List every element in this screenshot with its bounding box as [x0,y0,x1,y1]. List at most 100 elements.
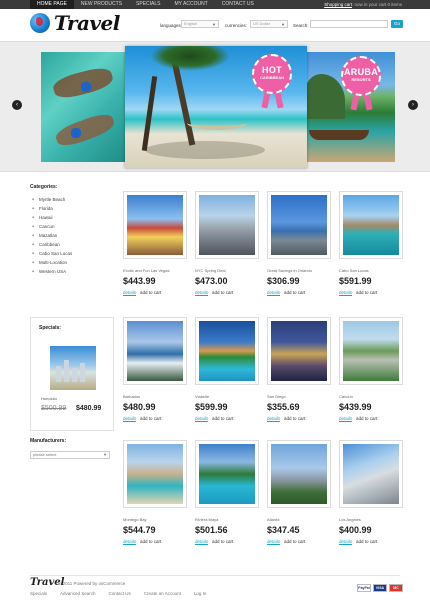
site-logo[interactable]: Travel [54,11,120,35]
category-item[interactable]: Cabo San Lucas [30,249,114,258]
details-link[interactable]: details [195,416,208,421]
manufacturers-value: please select [33,452,57,457]
product-image [271,321,327,381]
shopping-cart-link[interactable]: Shopping cart [324,2,352,7]
snorkel-mask-shape [81,82,91,92]
footer-link-create-account[interactable]: Create an Account [144,591,181,596]
top-nav-bar: HOME PAGE NEW PRODUCTS SPECIALS MY ACCOU… [0,0,430,9]
product-name[interactable]: Montego Bay [123,517,147,522]
category-item[interactable]: Florida [30,204,114,213]
category-item[interactable]: Hawaii [30,213,114,222]
product-image-frame[interactable] [195,440,259,508]
nav-new-products[interactable]: NEW PRODUCTS [74,0,129,9]
badge-hot-text: HOT [262,65,282,75]
header: Travel languages: English ▼ currencies: … [0,9,430,41]
category-item[interactable]: Cancun [30,222,114,231]
details-link[interactable]: details [123,539,136,544]
search-label: Search: [293,23,309,28]
product-name[interactable]: Viabelle [195,394,209,399]
product-image-frame[interactable] [339,191,403,259]
currency-select[interactable]: US Dollar ▼ [250,20,288,28]
category-item[interactable]: Myrtle Beach [30,195,114,204]
details-link[interactable]: details [339,416,352,421]
slide-snorkeling-image[interactable] [41,52,131,162]
categories-box: Categories: Myrtle Beach Florida Hawaii … [30,184,114,276]
details-link[interactable]: details [339,290,352,295]
category-item[interactable]: Caribbean [30,240,114,249]
category-item[interactable]: Multi-Location [30,258,114,267]
product-image-frame[interactable] [123,191,187,259]
aruba-resorts-badge: ARUBA RESORTS [341,56,381,96]
search-input[interactable] [310,20,388,28]
add-to-cart-link[interactable]: add to cart [140,290,161,295]
add-to-cart-link[interactable]: add to cart [212,416,233,421]
details-link[interactable]: details [195,539,208,544]
add-to-cart-link[interactable]: add to cart [356,416,377,421]
special-product-name[interactable]: Honolulu [41,396,57,401]
product-name[interactable]: Atlanta [267,517,279,522]
manufacturers-box: Manufacturers: please select ▼ [30,438,114,459]
product-name[interactable]: San Diego [267,394,286,399]
nav-my-account[interactable]: MY ACCOUNT [168,0,215,9]
add-to-cart-link[interactable]: add to cart [284,539,305,544]
product-image-frame[interactable] [123,440,187,508]
details-link[interactable]: details [267,290,280,295]
badge-aruba-text: ARUBA [344,67,378,77]
cart-count-text: : now in your cart 0 items [351,2,402,7]
special-product-image[interactable] [50,346,96,390]
product-image [343,195,399,255]
details-link[interactable]: details [123,290,136,295]
footer-link-advanced-search[interactable]: Advanced Search [60,591,96,596]
category-item[interactable]: Western USA [30,267,114,276]
product-name[interactable]: Exotic and Fun Las Vegas [123,268,169,273]
add-to-cart-link[interactable]: add to cart [284,290,305,295]
footer-link-login[interactable]: Log In [194,591,207,596]
slider-next-button[interactable]: › [408,100,418,110]
chevron-down-icon: ▼ [281,22,285,27]
details-link[interactable]: details [267,539,280,544]
footer-link-contact[interactable]: Contact Us [109,591,131,596]
product-image-frame[interactable] [339,317,403,385]
add-to-cart-link[interactable]: add to cart [140,539,161,544]
nav-contact-us[interactable]: CONTACT US [215,0,261,9]
slider-prev-button[interactable]: ‹ [12,100,22,110]
product-image-frame[interactable] [195,317,259,385]
nav-specials[interactable]: SPECIALS [129,0,167,9]
nav-home[interactable]: HOME PAGE [30,0,74,9]
add-to-cart-link[interactable]: add to cart [356,290,377,295]
product-image [199,444,255,504]
product-card: San Diego $355.69 details add to cart [267,317,331,437]
product-image-frame[interactable] [123,317,187,385]
details-link[interactable]: details [267,416,280,421]
product-name[interactable]: NYC Spring Deal [195,268,225,273]
add-to-cart-link[interactable]: add to cart [212,539,233,544]
footer-link-specials[interactable]: Specials [30,591,47,596]
search-go-button[interactable]: Go [391,20,403,28]
details-link[interactable]: details [195,290,208,295]
product-image-frame[interactable] [339,440,403,508]
product-name[interactable]: Riviera Maya [195,517,218,522]
product-name[interactable]: Los Angeles [339,517,361,522]
globe-logo-icon[interactable] [30,13,50,33]
category-item[interactable]: Mazatlan [30,231,114,240]
add-to-cart-link[interactable]: add to cart [212,290,233,295]
special-old-price: $500.99 [41,405,67,412]
details-link[interactable]: details [339,539,352,544]
footer-copyright: © 2011 Powered by osCommerce [58,581,126,586]
language-select[interactable]: English ▼ [181,20,219,28]
manufacturers-select[interactable]: please select ▼ [30,451,110,459]
product-image-frame[interactable] [267,191,331,259]
product-image-frame[interactable] [267,317,331,385]
special-new-price: $480.99 [76,405,102,412]
add-to-cart-link[interactable]: add to cart [356,539,377,544]
product-image-frame[interactable] [195,191,259,259]
add-to-cart-link[interactable]: add to cart [140,416,161,421]
product-price: $443.99 [123,276,156,286]
details-link[interactable]: details [123,416,136,421]
product-image-frame[interactable] [267,440,331,508]
add-to-cart-link[interactable]: add to cart [284,416,305,421]
product-name[interactable]: Great Savings in Orlando [267,268,312,273]
product-name[interactable]: Cancun [339,394,353,399]
product-name[interactable]: Cabo San Lucas [339,268,369,273]
product-name[interactable]: Barbados [123,394,140,399]
